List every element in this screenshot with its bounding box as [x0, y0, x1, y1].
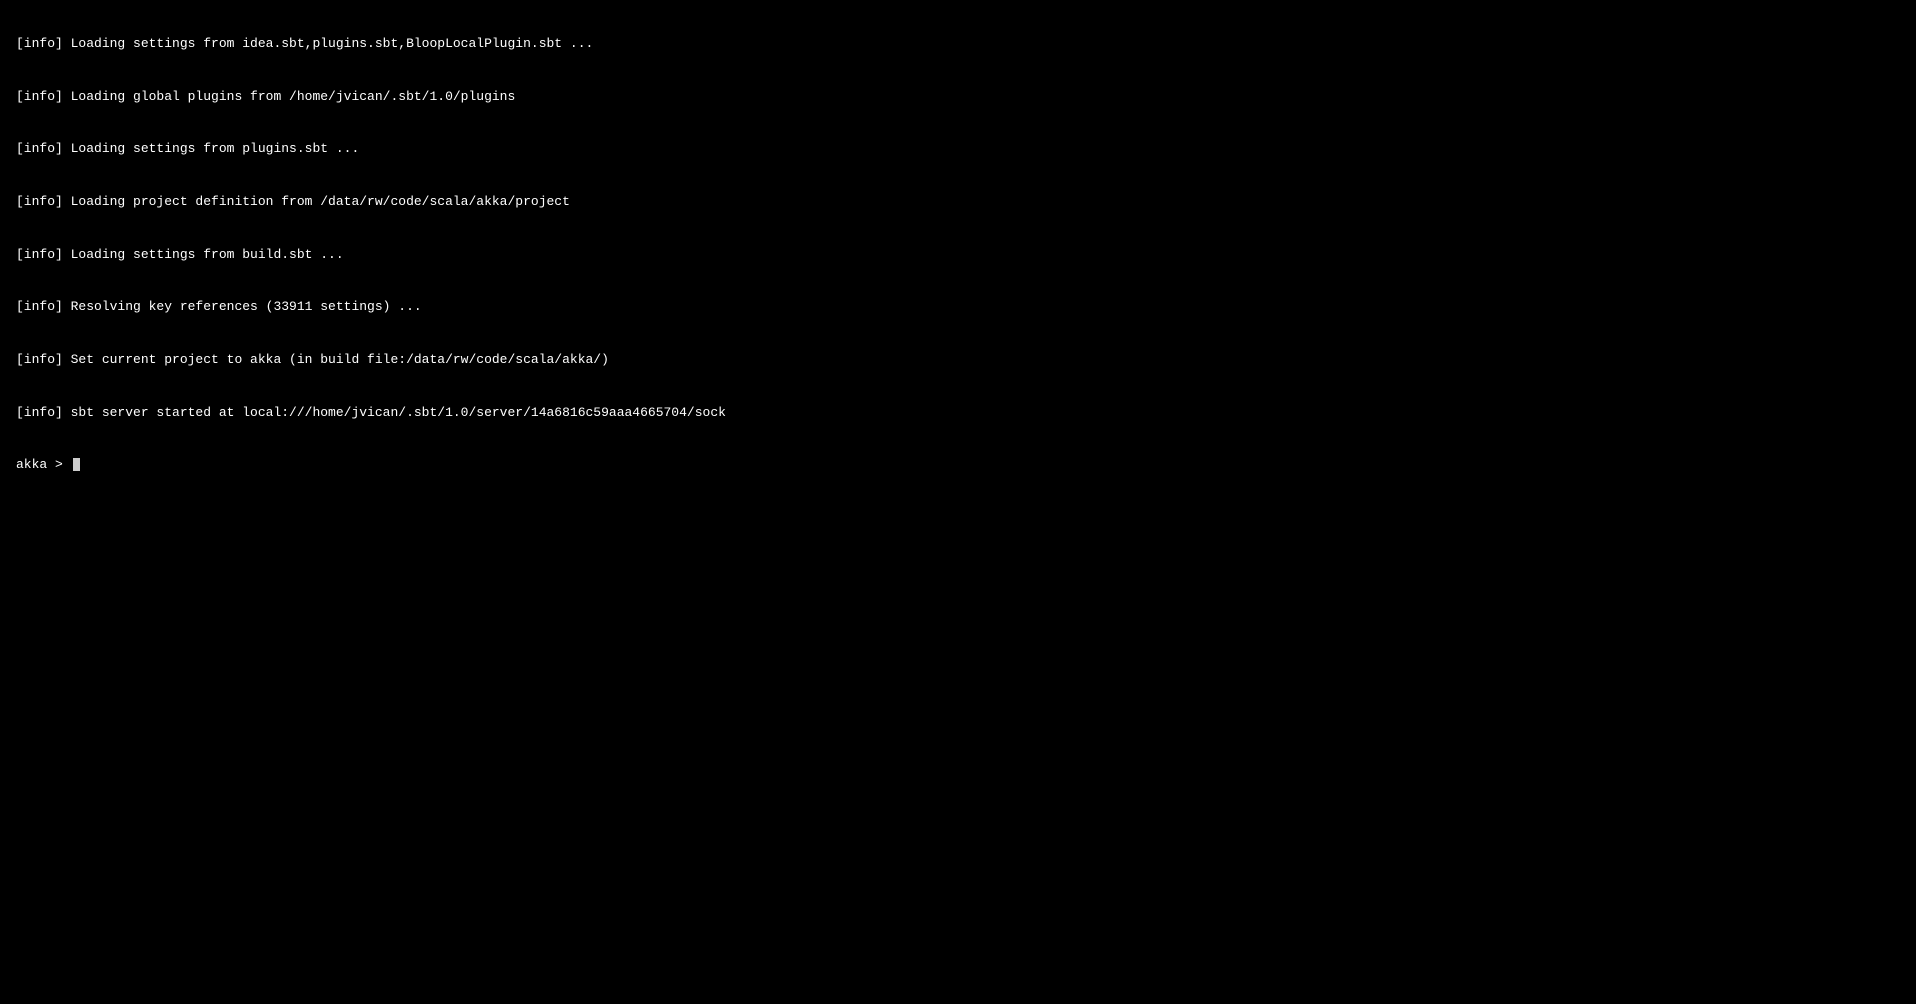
prompt-text: akka >	[16, 456, 71, 474]
log-prefix: [info]	[16, 36, 63, 51]
log-line: [info] Loading global plugins from /home…	[16, 88, 1900, 106]
log-prefix: [info]	[16, 141, 63, 156]
log-text: Resolving key references (33911 settings…	[63, 299, 422, 314]
log-prefix: [info]	[16, 352, 63, 367]
log-prefix: [info]	[16, 194, 63, 209]
log-text: sbt server started at local:///home/jvic…	[63, 405, 726, 420]
log-text: Loading global plugins from /home/jvican…	[63, 89, 515, 104]
log-text: Loading project definition from /data/rw…	[63, 194, 570, 209]
log-text: Loading settings from plugins.sbt ...	[63, 141, 359, 156]
terminal-output[interactable]: [info] Loading settings from idea.sbt,pl…	[0, 0, 1916, 491]
log-line: [info] Loading settings from build.sbt .…	[16, 246, 1900, 264]
log-prefix: [info]	[16, 89, 63, 104]
log-text: Set current project to akka (in build fi…	[63, 352, 609, 367]
log-prefix: [info]	[16, 405, 63, 420]
log-line: [info] Loading project definition from /…	[16, 193, 1900, 211]
log-line: [info] Resolving key references (33911 s…	[16, 298, 1900, 316]
log-line: [info] Set current project to akka (in b…	[16, 351, 1900, 369]
log-text: Loading settings from build.sbt ...	[63, 247, 344, 262]
log-prefix: [info]	[16, 247, 63, 262]
prompt-line[interactable]: akka >	[16, 456, 1900, 474]
log-line: [info] Loading settings from idea.sbt,pl…	[16, 35, 1900, 53]
log-line: [info] Loading settings from plugins.sbt…	[16, 140, 1900, 158]
log-line: [info] sbt server started at local:///ho…	[16, 404, 1900, 422]
log-prefix: [info]	[16, 299, 63, 314]
cursor-icon	[73, 458, 80, 471]
log-text: Loading settings from idea.sbt,plugins.s…	[63, 36, 594, 51]
